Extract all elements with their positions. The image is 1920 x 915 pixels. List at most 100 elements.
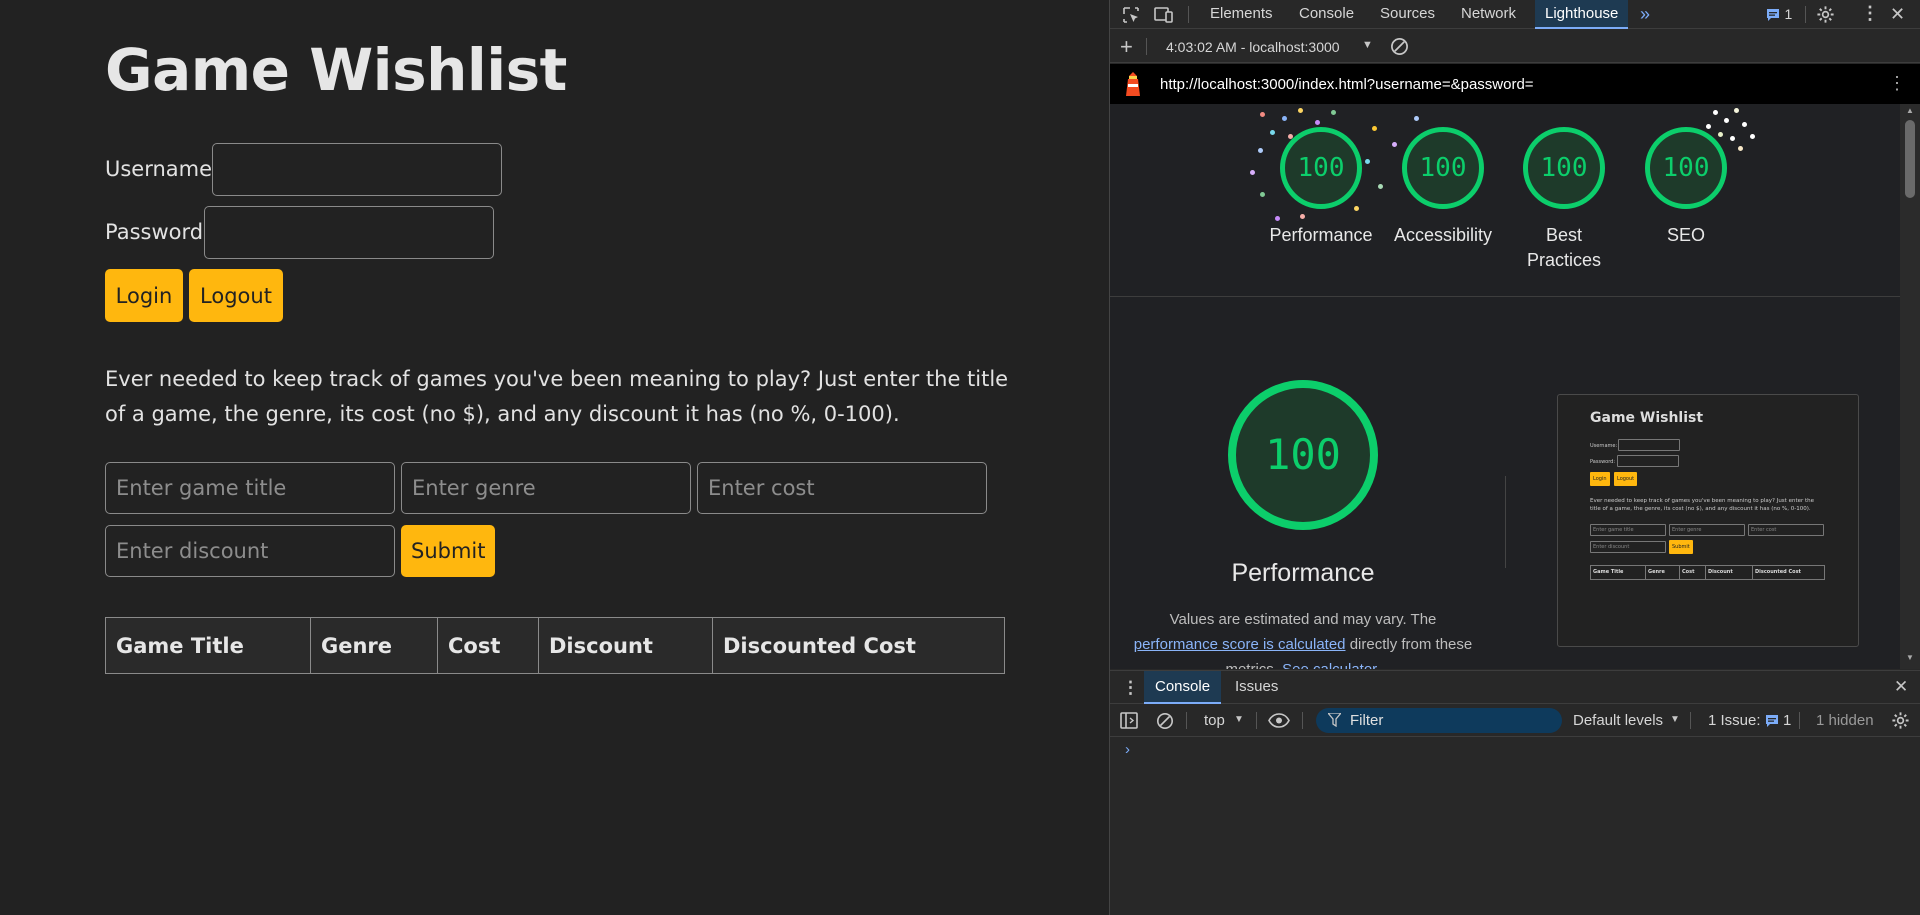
report-selector[interactable]: 4:03:02 AM - localhost:3000 — [1166, 39, 1340, 55]
log-levels-dropdown[interactable]: Default levels — [1573, 712, 1663, 729]
performance-title: Performance — [1231, 559, 1375, 587]
thumbnail-table: Game Title Genre Cost Discount Discounte… — [1590, 565, 1825, 580]
description-text: Ever needed to keep track of games you'v… — [105, 367, 1009, 426]
clear-reports-icon[interactable] — [1390, 37, 1409, 60]
console-toolbar: top ▼ Filter Default levels ▼ 1 Issue: 1 — [1110, 704, 1920, 737]
performance-description: Values are estimated and may vary. The p… — [1125, 607, 1481, 669]
login-button[interactable]: Login — [105, 269, 183, 322]
drawer-tab-issues[interactable]: Issues — [1235, 671, 1278, 704]
thumbnail-username-field — [1618, 439, 1680, 451]
tab-sources[interactable]: Sources — [1380, 0, 1435, 29]
issues-badge[interactable]: 1 — [1766, 7, 1792, 23]
devtools-tab-bar: Elements Console Sources Network Lightho… — [1110, 0, 1920, 29]
tab-lighthouse[interactable]: Lighthouse — [1535, 0, 1629, 29]
close-devtools-icon[interactable]: ✕ — [1890, 5, 1905, 23]
context-selector[interactable]: top — [1204, 712, 1225, 729]
confetti-dot — [1300, 214, 1305, 219]
thumbnail-header: Discounted Cost — [1755, 569, 1801, 575]
scroll-up-icon[interactable]: ▲ — [1906, 107, 1914, 115]
best-practices-score-gauge[interactable]: 100 — [1523, 127, 1605, 209]
toolbar-divider — [1805, 6, 1806, 23]
console-output[interactable]: › — [1110, 738, 1920, 915]
password-field[interactable] — [204, 206, 494, 259]
issues-link[interactable]: 1 Issue: — [1708, 712, 1761, 729]
tab-network[interactable]: Network — [1461, 0, 1516, 29]
confetti-dot — [1742, 122, 1747, 127]
thumbnail-username-label: Username: — [1590, 443, 1618, 449]
accessibility-score-label: Accessibility — [1393, 225, 1493, 245]
confetti-dot — [1270, 130, 1275, 135]
console-filter-input[interactable]: Filter — [1316, 708, 1562, 733]
more-tabs-icon[interactable]: » — [1640, 5, 1650, 23]
performance-score-label: Performance — [1269, 225, 1373, 245]
console-issues-count: 1 — [1783, 712, 1792, 729]
confetti-dot — [1298, 108, 1303, 113]
discount-input[interactable] — [105, 525, 395, 577]
final-screenshot-thumbnail[interactable]: Game Wishlist Username: Password: Login … — [1557, 394, 1859, 647]
confetti-dot — [1258, 148, 1263, 153]
seo-score-gauge[interactable]: 100 — [1645, 127, 1727, 209]
confetti-dot — [1260, 112, 1265, 117]
cost-input[interactable] — [697, 462, 987, 514]
more-options-icon[interactable]: ⋮ — [1861, 4, 1879, 22]
sidebar-toggle-icon[interactable] — [1120, 712, 1138, 733]
confetti-dot — [1724, 118, 1729, 123]
wishlist-table: Game Title Genre Cost Discount Discounte… — [105, 617, 1005, 674]
thumbnail-discount-input: Enter discount — [1590, 541, 1666, 553]
report-menu-icon[interactable]: ⋮ — [1888, 74, 1906, 92]
console-prompt[interactable]: › — [1125, 741, 1130, 758]
performance-score-gauge[interactable]: 100 — [1280, 127, 1362, 209]
confetti-dot — [1331, 110, 1336, 115]
performance-score-link[interactable]: performance score is calculated — [1134, 636, 1346, 653]
thumbnail-login-button: Login — [1590, 472, 1610, 486]
chevron-down-icon[interactable]: ▼ — [1362, 40, 1373, 51]
column-header-game-title: Game Title — [105, 617, 311, 674]
drawer-menu-icon[interactable]: ⋮ — [1122, 679, 1139, 696]
submit-button[interactable]: Submit — [401, 525, 495, 577]
performance-desc-text-2: directly from these — [1349, 636, 1473, 653]
filter-placeholder: Filter — [1350, 712, 1384, 729]
tab-console[interactable]: Console — [1299, 0, 1354, 29]
lighthouse-toolbar: + 4:03:02 AM - localhost:3000 ▼ — [1110, 30, 1920, 63]
toolbar-divider — [1186, 712, 1187, 729]
console-settings-gear-icon[interactable] — [1891, 711, 1910, 734]
chevron-down-icon[interactable]: ▼ — [1670, 715, 1680, 725]
toolbar-divider — [1256, 712, 1257, 729]
thumbnail-password-label: Password: — [1590, 459, 1616, 465]
table-header-row: Game Title Genre Cost Discount Discounte… — [105, 617, 1005, 674]
best-practices-score-label: Best Practices — [1526, 225, 1602, 270]
hidden-messages-count: 1 hidden — [1816, 712, 1874, 729]
username-field[interactable] — [212, 143, 502, 196]
close-drawer-icon[interactable]: ✕ — [1894, 678, 1908, 695]
performance-desc-text: Values are estimated and may vary. The — [1169, 611, 1437, 628]
seo-score-label: SEO — [1666, 225, 1705, 245]
accessibility-score-gauge[interactable]: 100 — [1402, 127, 1484, 209]
toolbar-divider — [1188, 6, 1189, 23]
chevron-down-icon[interactable]: ▼ — [1234, 715, 1244, 725]
genre-input[interactable] — [401, 462, 691, 514]
thumbnail-title-input: Enter game title — [1590, 524, 1666, 536]
confetti-dot — [1730, 136, 1735, 141]
thumbnail-cost-input: Enter cost — [1748, 524, 1824, 536]
thumbnail-description: Ever needed to keep track of games you'v… — [1590, 498, 1815, 512]
settings-gear-icon[interactable] — [1816, 5, 1835, 28]
game-title-input[interactable] — [105, 462, 395, 514]
device-toolbar-icon[interactable] — [1154, 6, 1174, 28]
new-report-plus-icon[interactable]: + — [1120, 36, 1133, 58]
vertical-divider — [1505, 476, 1506, 568]
drawer-tab-console[interactable]: Console — [1144, 671, 1222, 704]
confetti-dot — [1275, 216, 1280, 221]
live-expression-eye-icon[interactable] — [1268, 713, 1290, 732]
scrollbar-thumb[interactable] — [1905, 120, 1915, 198]
username-label: Username: — [105, 157, 220, 181]
report-scrollbar[interactable]: ▲ ▼ — [1900, 104, 1920, 669]
tab-elements[interactable]: Elements — [1210, 0, 1273, 29]
toolbar-divider — [1302, 712, 1303, 729]
column-header-discounted-cost: Discounted Cost — [712, 617, 1005, 674]
confetti-dot — [1718, 132, 1723, 137]
see-calculator-link[interactable]: See calculator. — [1282, 661, 1380, 669]
scroll-down-icon[interactable]: ▼ — [1906, 654, 1914, 662]
inspect-element-icon[interactable] — [1122, 6, 1140, 28]
logout-button[interactable]: Logout — [189, 269, 283, 322]
clear-console-icon[interactable] — [1156, 712, 1174, 734]
